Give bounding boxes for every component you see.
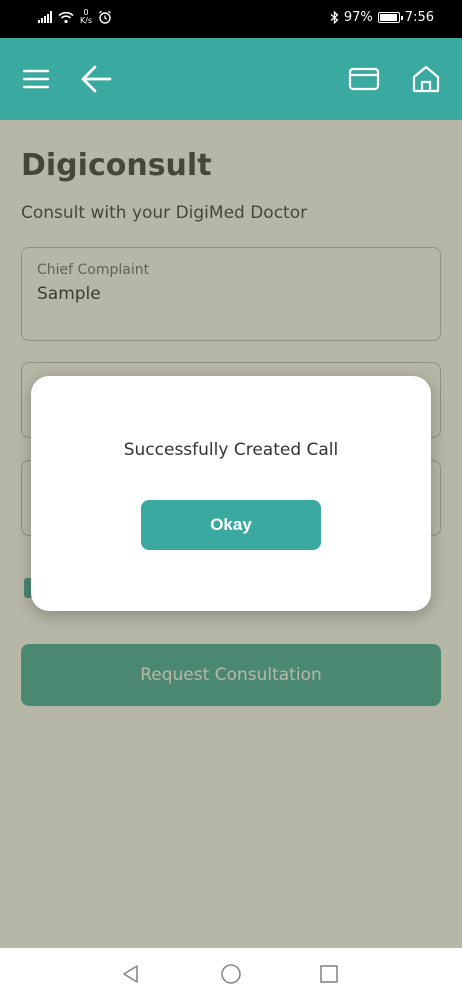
- success-dialog: Successfully Created Call Okay: [31, 376, 431, 611]
- menu-icon[interactable]: [19, 62, 53, 96]
- clock-time: 7:56: [404, 10, 434, 25]
- net-speed-unit: K/s: [80, 16, 93, 25]
- alarm-icon: [99, 10, 112, 24]
- card-icon[interactable]: [347, 62, 381, 96]
- net-speed: 0 K/s: [80, 9, 92, 25]
- recents-square-icon[interactable]: [317, 962, 341, 986]
- bluetooth-icon: [330, 11, 339, 24]
- wifi-icon: [58, 11, 74, 23]
- home-circle-icon[interactable]: [219, 962, 243, 986]
- app-header: [0, 38, 462, 120]
- home-icon[interactable]: [409, 62, 443, 96]
- dialog-message: Successfully Created Call: [123, 440, 339, 460]
- back-triangle-icon[interactable]: [119, 962, 143, 986]
- status-left: 0 K/s: [38, 9, 112, 25]
- battery-icon: [377, 12, 403, 23]
- system-nav-bar: [0, 948, 462, 1000]
- back-arrow-icon[interactable]: [79, 62, 113, 96]
- status-right: 97% 7:56: [330, 10, 434, 25]
- battery-percent: 97%: [343, 10, 373, 25]
- signal-icon: [38, 11, 52, 23]
- status-bar: 0 K/s 97% 7:56: [0, 0, 462, 38]
- okay-button[interactable]: Okay: [141, 500, 321, 550]
